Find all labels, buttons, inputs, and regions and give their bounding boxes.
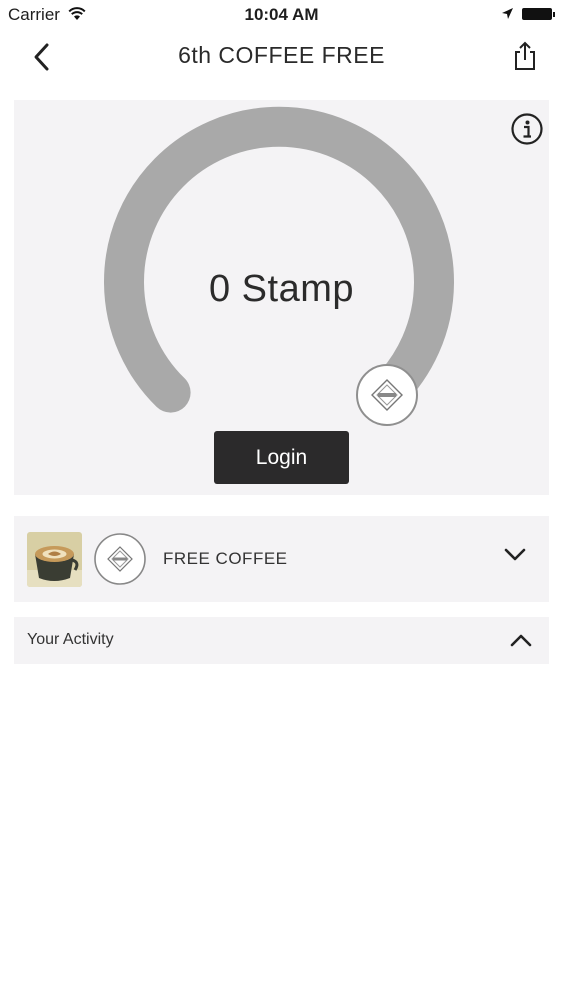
info-icon[interactable]: [510, 112, 544, 146]
activity-label: Your Activity: [27, 631, 114, 648]
back-chevron-icon[interactable]: [28, 42, 56, 72]
activity-section-header[interactable]: Your Activity: [14, 617, 549, 664]
reward-badge-icon: [94, 533, 146, 585]
status-time: 10:04 AM: [244, 5, 319, 24]
share-icon[interactable]: [510, 40, 540, 72]
chevron-down-icon[interactable]: [502, 544, 528, 566]
reward-label: FREE COFFEE: [163, 549, 288, 568]
stamp-count: 0 Stamp: [208, 268, 355, 310]
stamp-card: 0 Stamp Login: [14, 100, 549, 495]
nav-bar: 6th COFFEE FREE: [0, 30, 563, 84]
login-button[interactable]: Login: [214, 431, 349, 484]
location-arrow-icon: [502, 8, 513, 19]
reward-row[interactable]: FREE COFFEE: [14, 516, 549, 602]
page-title: 6th COFFEE FREE: [178, 42, 385, 68]
chevron-up-icon[interactable]: [508, 629, 534, 651]
coffee-cup-thumbnail-icon: [27, 532, 82, 587]
status-bar: Carrier 10:04 AM: [0, 0, 563, 30]
shop-logo-badge-icon: [356, 364, 418, 426]
battery-icon: [522, 8, 555, 20]
